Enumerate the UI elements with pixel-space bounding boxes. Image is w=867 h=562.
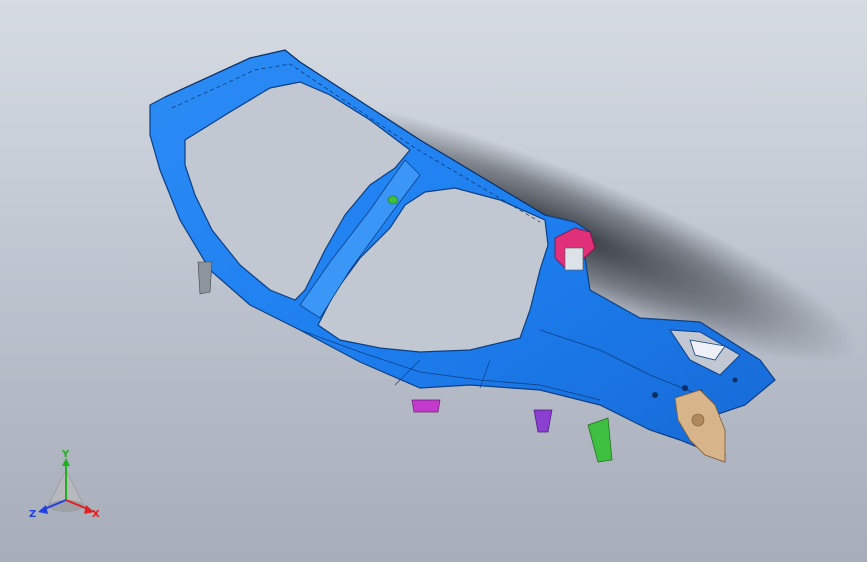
x-axis-label: X (92, 509, 100, 520)
y-axis-label: Y (61, 449, 70, 460)
green-bracket-upper (387, 195, 399, 205)
z-axis-label: Z (29, 509, 36, 520)
car-body-side-frame-model[interactable] (0, 0, 867, 562)
purple-tab (533, 409, 553, 433)
orientation-triad[interactable]: Y X Z (26, 448, 106, 528)
front-mount-bracket (197, 261, 213, 295)
green-bracket-lower (587, 417, 613, 463)
magenta-tab (411, 399, 441, 413)
graphics-viewport[interactable]: Y X Z (0, 0, 867, 562)
